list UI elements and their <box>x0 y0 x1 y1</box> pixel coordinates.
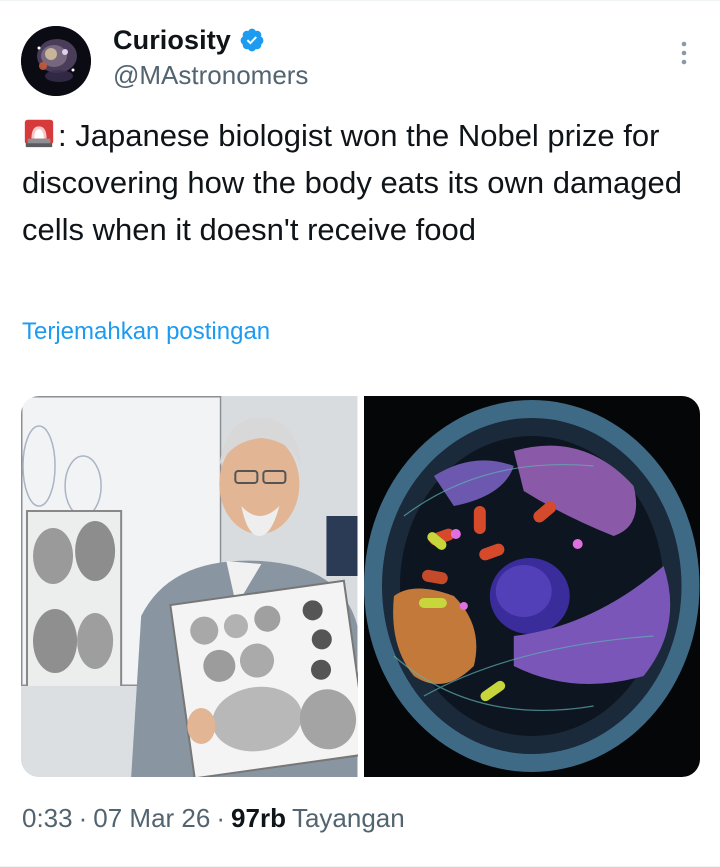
media-photo-cell[interactable] <box>363 396 700 777</box>
media-grid <box>21 396 700 777</box>
post-text: : Japanese biologist won the Nobel prize… <box>22 112 702 253</box>
siren-icon <box>24 119 54 148</box>
photo-scientist-icon <box>21 396 358 777</box>
post-body: : Japanese biologist won the Nobel prize… <box>22 118 683 247</box>
views-count: 97rb <box>231 803 286 833</box>
more-options-icon[interactable] <box>676 38 692 68</box>
post-time[interactable]: 0:33 <box>22 803 73 834</box>
meta-separator: · <box>78 803 88 833</box>
translate-post-link[interactable]: Terjemahkan postingan <box>22 318 270 346</box>
meta-separator: · <box>216 803 226 833</box>
post-date[interactable]: 07 Mar 26 <box>93 803 210 834</box>
verified-badge-icon <box>240 28 264 52</box>
author-name-row: Curiosity <box>113 22 265 58</box>
galaxy-avatar-icon <box>21 26 91 96</box>
top-divider <box>0 0 720 1</box>
views-label: Tayangan <box>291 803 405 833</box>
photo-cell-illustration-icon <box>363 396 700 777</box>
author-display-name[interactable]: Curiosity <box>113 25 231 56</box>
media-photo-scientist[interactable] <box>21 396 358 777</box>
post-meta: 0:33 · 07 Mar 26 · 97rb Tayangan <box>22 803 405 834</box>
author-handle[interactable]: @MAstronomers <box>113 60 308 91</box>
avatar[interactable] <box>21 26 91 96</box>
